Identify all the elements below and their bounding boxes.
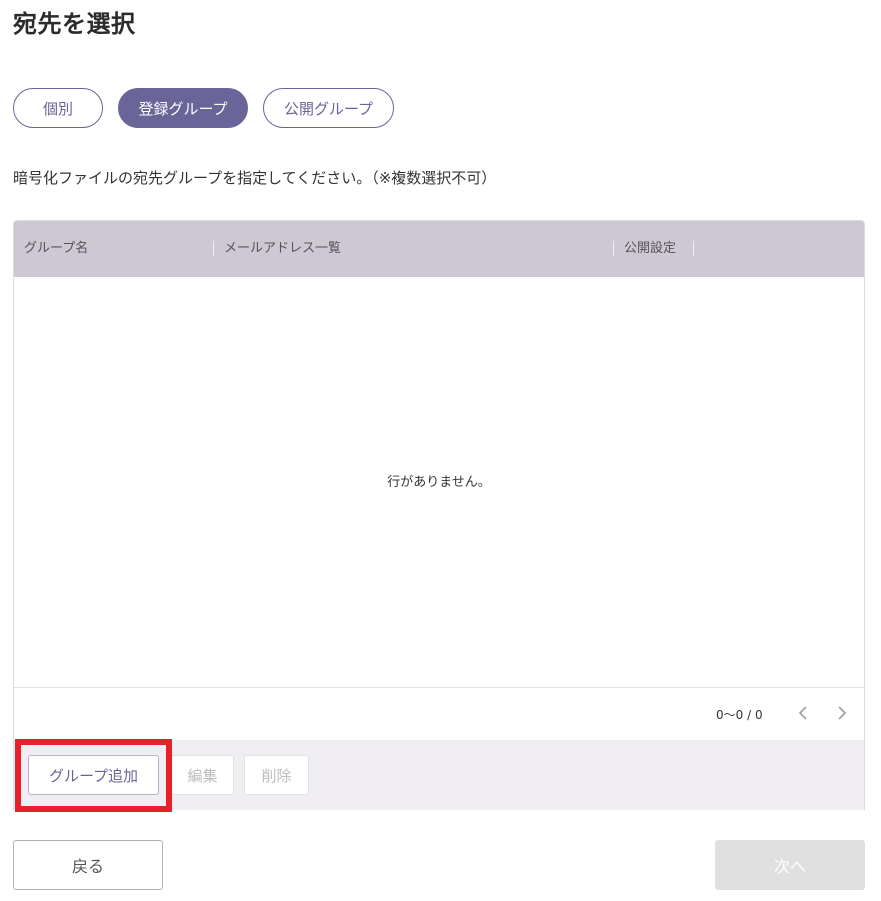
pagination-info: 0〜0 / 0: [716, 708, 763, 722]
edit-button: 編集: [171, 755, 234, 795]
column-separator[interactable]: [613, 241, 614, 256]
tab-individual[interactable]: 個別: [13, 88, 103, 128]
instruction-text: 暗号化ファイルの宛先グループを指定してください。（※複数選択不可）: [13, 169, 497, 187]
column-separator[interactable]: [213, 241, 214, 256]
column-header-group-name[interactable]: グループ名: [24, 221, 88, 277]
page-title: 宛先を選択: [13, 10, 136, 38]
next-button: 次へ: [715, 840, 865, 890]
group-table: グループ名 メールアドレス一覧 公開設定 行がありません。 0〜0 / 0 グル…: [13, 220, 865, 810]
column-header-public-setting[interactable]: 公開設定: [624, 221, 676, 277]
highlight-annotation: [15, 739, 172, 812]
table-header: グループ名 メールアドレス一覧 公開設定: [14, 221, 864, 277]
next-page-button[interactable]: [829, 700, 855, 726]
previous-page-button[interactable]: [790, 700, 816, 726]
chevron-right-icon: [838, 706, 847, 720]
chevron-left-icon: [798, 706, 807, 720]
tab-registered-group[interactable]: 登録グループ: [118, 88, 248, 128]
back-button[interactable]: 戻る: [13, 840, 163, 890]
column-header-email-list[interactable]: メールアドレス一覧: [224, 221, 341, 277]
table-pagination: 0〜0 / 0: [14, 687, 864, 740]
empty-rows-message: 行がありません。: [387, 475, 491, 490]
tab-public-group[interactable]: 公開グループ: [263, 88, 394, 128]
column-separator[interactable]: [693, 241, 694, 256]
delete-button: 削除: [244, 755, 309, 795]
